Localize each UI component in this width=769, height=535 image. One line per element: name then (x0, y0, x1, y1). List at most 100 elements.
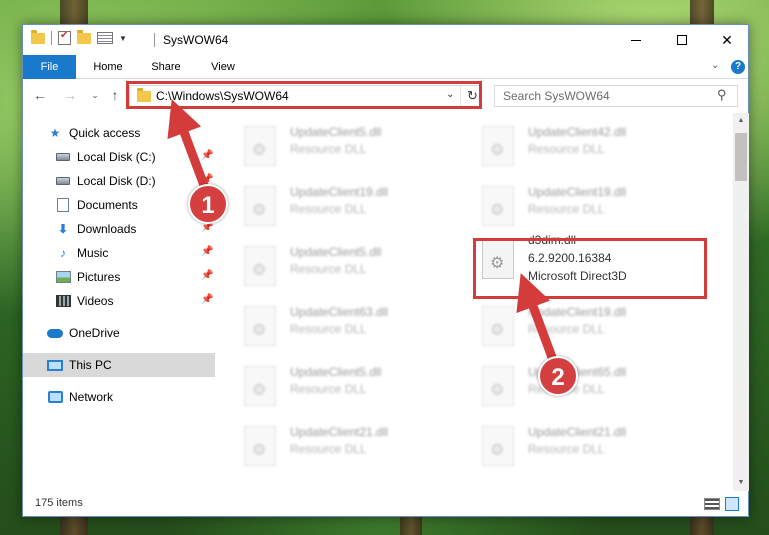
pictures-icon (55, 271, 71, 283)
close-button[interactable]: ✕ (704, 25, 750, 55)
search-icon[interactable]: ⚲ (717, 87, 727, 103)
address-path[interactable]: C:\Windows\SysWOW64 (156, 89, 289, 103)
tab-share[interactable]: Share (141, 55, 191, 79)
maximize-icon (677, 35, 687, 45)
sidebar-item-videos[interactable]: Videos 📌 (23, 289, 215, 313)
sidebar-item-label: This PC (69, 358, 112, 372)
music-icon: ♪ (60, 246, 66, 260)
dll-file-icon (482, 366, 514, 406)
help-icon[interactable]: ? (731, 60, 745, 74)
sidebar-item-label: OneDrive (69, 326, 120, 340)
sidebar-item-this-pc[interactable]: This PC (23, 353, 215, 377)
minimize-icon (631, 39, 641, 41)
dll-file-icon (482, 126, 514, 166)
window-title: SysWOW64 (163, 33, 229, 47)
sidebar-item-local-disk-c[interactable]: Local Disk (C:) 📌 (23, 145, 215, 169)
expand-ribbon-icon[interactable]: ⌄ (711, 60, 719, 71)
file-name: UpdateClient5.dll (290, 365, 382, 379)
sidebar-item-label: Network (69, 390, 114, 404)
properties-check-icon[interactable] (58, 30, 71, 45)
file-description: Microsoft Direct3D (528, 269, 627, 283)
search-input[interactable]: Search SysWOW64 ⚲ (494, 85, 738, 107)
file-item-d3dim[interactable]: d3dim.dll 6.2.9200.16384 Microsoft Direc… (456, 231, 686, 291)
maximize-button[interactable] (659, 25, 705, 55)
drive-icon (56, 153, 70, 161)
file-description: Resource DLL (290, 442, 367, 456)
sidebar-item-downloads[interactable]: ⬇ Downloads 📌 (23, 217, 215, 241)
scroll-down-icon[interactable]: ▼ (733, 475, 749, 491)
file-name: UpdateClient21.dll (290, 425, 389, 439)
customize-view-icon[interactable] (97, 32, 113, 44)
file-item[interactable]: UpdateClient21.dll Resource DLL (456, 421, 686, 469)
file-item[interactable]: UpdateClient19.dll Resource DLL (456, 301, 686, 349)
file-item[interactable]: UpdateClient63.dll Resource DLL (218, 301, 448, 349)
chevron-down-icon[interactable]: ⌄ (446, 89, 454, 100)
dll-file-icon (244, 246, 276, 286)
folder-icon (31, 29, 45, 44)
new-folder-icon[interactable] (77, 29, 91, 44)
file-name: UpdateClient19.dll (528, 185, 627, 199)
pin-icon[interactable]: 📌 (201, 270, 213, 281)
ribbon-tabs: File Home Share View ⌄ ? (23, 55, 748, 79)
address-bar[interactable]: C:\Windows\SysWOW64 ⌄ ↻ (129, 85, 481, 107)
folder-icon (137, 88, 151, 102)
refresh-icon[interactable]: ↻ (467, 88, 478, 104)
file-name: UpdateClient19.dll (290, 185, 389, 199)
file-item[interactable]: UpdateClient19.dll Resource DLL (456, 181, 686, 229)
up-button[interactable]: ↑ (106, 86, 124, 104)
qat-dropdown-icon[interactable]: ▼ (119, 34, 127, 43)
tab-home[interactable]: Home (83, 55, 133, 79)
file-item[interactable]: UpdateClient5.dll Resource DLL (218, 241, 448, 289)
file-item[interactable]: UpdateClient21.dll Resource DLL (218, 421, 448, 469)
pin-icon[interactable]: 📌 (201, 294, 213, 305)
dll-file-icon (244, 186, 276, 226)
file-item[interactable]: UpdateClient5.dll Resource DLL (218, 361, 448, 409)
videos-icon (55, 295, 71, 307)
file-name: d3dim.dll (528, 233, 577, 247)
file-item[interactable]: UpdateClient19.dll Resource DLL (218, 181, 448, 229)
downloads-icon: ⬇ (57, 222, 69, 236)
forward-button[interactable]: → (61, 86, 79, 104)
file-description: Resource DLL (528, 202, 605, 216)
vertical-scrollbar[interactable]: ▲ ▼ (733, 113, 749, 491)
pin-icon[interactable]: 📌 (201, 150, 213, 161)
step-2-badge: 2 (538, 356, 578, 396)
file-version: 6.2.9200.16384 (528, 251, 612, 265)
documents-icon (57, 198, 69, 212)
file-description: Resource DLL (290, 382, 367, 396)
sidebar-item-documents[interactable]: Documents 📌 (23, 193, 215, 217)
file-description: Resource DLL (528, 322, 605, 336)
sidebar-item-label: Documents (77, 198, 138, 212)
scroll-thumb[interactable] (735, 133, 747, 181)
pc-icon (47, 359, 63, 371)
minimize-button[interactable] (613, 25, 659, 55)
sidebar-item-label: Videos (77, 294, 114, 308)
sidebar-item-pictures[interactable]: Pictures 📌 (23, 265, 215, 289)
large-icons-view-icon[interactable] (725, 497, 739, 511)
drive-icon (56, 177, 70, 185)
details-view-icon[interactable] (704, 498, 720, 510)
sidebar-item-music[interactable]: ♪ Music 📌 (23, 241, 215, 265)
sidebar-item-quick-access[interactable]: ★ Quick access (23, 121, 215, 145)
sidebar-item-network[interactable]: Network (23, 385, 215, 409)
quick-access-toolbar: ▼ (31, 29, 127, 45)
file-item[interactable]: UpdateClient5.dll Resource DLL (218, 121, 448, 169)
file-name: UpdateClient42.dll (528, 125, 627, 139)
recent-locations-button[interactable]: ⌄ (86, 86, 104, 104)
tab-file[interactable]: File (23, 55, 76, 79)
sidebar-item-label: Local Disk (C:) (77, 150, 156, 164)
sidebar-item-label: Local Disk (D:) (77, 174, 156, 188)
sidebar-item-local-disk-d[interactable]: Local Disk (D:) 📌 (23, 169, 215, 193)
file-description: Resource DLL (290, 202, 367, 216)
tab-view[interactable]: View (198, 55, 248, 79)
scroll-up-icon[interactable]: ▲ (733, 113, 749, 129)
navigation-pane: ★ Quick access Local Disk (C:) 📌 Local D… (23, 113, 215, 491)
pin-icon[interactable]: 📌 (201, 246, 213, 257)
title-bar: ▼ SysWOW64 ✕ (23, 25, 748, 55)
file-name: UpdateClient19.dll (528, 305, 627, 319)
file-description: Resource DLL (290, 322, 367, 336)
back-button[interactable]: ← (31, 86, 49, 104)
step-1-badge: 1 (188, 184, 228, 224)
sidebar-item-onedrive[interactable]: OneDrive (23, 321, 215, 345)
file-item[interactable]: UpdateClient42.dll Resource DLL (456, 121, 686, 169)
